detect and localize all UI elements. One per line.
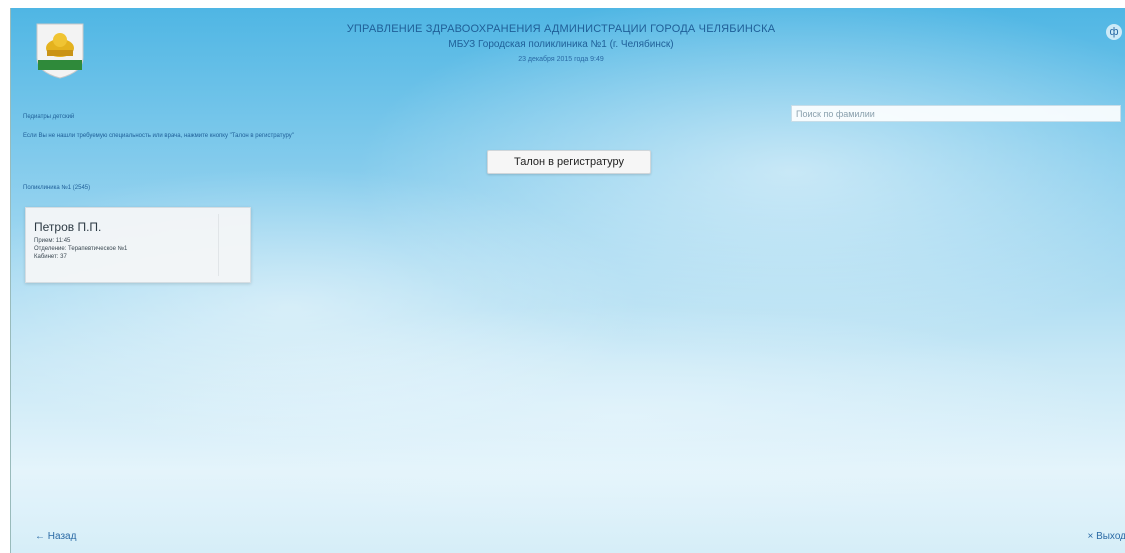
doctor-reception: Прием: 11:45 (34, 238, 71, 244)
back-button[interactable]: ← Назад (35, 531, 76, 542)
city-emblem-logo (36, 23, 84, 79)
doctor-cabinet: Кабинет: 37 (34, 254, 67, 260)
kiosk-screen: УПРАВЛЕНИЕ ЗДРАВООХРАНЕНИЯ АДМИНИСТРАЦИИ… (10, 8, 1125, 553)
specialty-label: Педиатры детский (23, 114, 75, 120)
settings-icon[interactable]: ф (1106, 24, 1122, 40)
card-divider (218, 214, 219, 276)
doctor-department: Отделение: Терапевтическое №1 (34, 246, 128, 252)
search-input[interactable] (791, 105, 1121, 122)
header-datetime: 23 декабря 2015 года 9:49 (518, 56, 604, 63)
doctor-name: Петров П.П. (34, 220, 102, 234)
doctor-card[interactable]: Петров П.П. Прием: 11:45 Отделение: Тера… (25, 207, 251, 283)
register-ticket-button[interactable]: Талон в регистратуру (487, 150, 651, 174)
header: УПРАВЛЕНИЕ ЗДРАВООХРАНЕНИЯ АДМИНИСТРАЦИИ… (251, 22, 871, 65)
hint-text: Если Вы не нашли требуемую специальность… (23, 133, 294, 139)
exit-button[interactable]: × Выход (1087, 531, 1125, 542)
header-clinic: МБУЗ Городская поликлиника №1 (г. Челяби… (448, 39, 674, 50)
header-organization: УПРАВЛЕНИЕ ЗДРАВООХРАНЕНИЯ АДМИНИСТРАЦИИ… (346, 23, 776, 35)
polyclinic-label: Поликлиника №1 (2545) (23, 185, 91, 191)
